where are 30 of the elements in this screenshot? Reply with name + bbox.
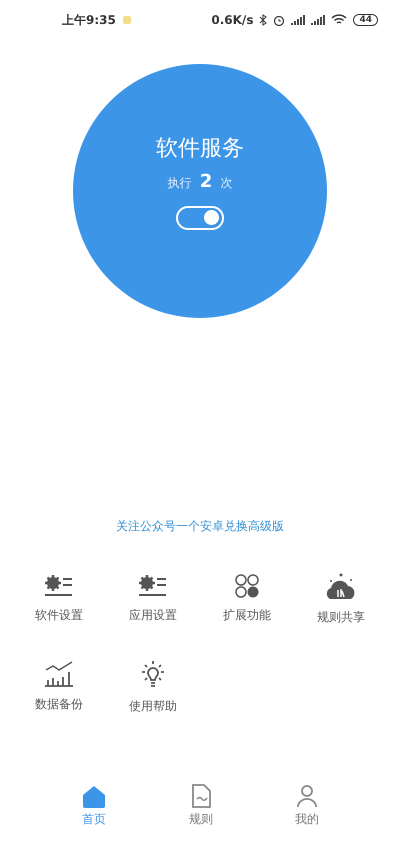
signal-icon: [291, 14, 306, 26]
alarm-icon: [273, 14, 286, 26]
service-toggle[interactable]: [176, 206, 224, 230]
service-title: 软件服务: [156, 134, 244, 162]
count-label: 执行: [168, 174, 192, 192]
nav-tab[interactable]: 我的: [289, 783, 325, 843]
count-unit: 次: [220, 174, 232, 192]
circles-icon: [234, 573, 260, 599]
wifi-icon: [331, 14, 348, 26]
user-icon: [296, 784, 318, 808]
notification-icon: [122, 15, 132, 25]
settings-icon: [138, 573, 168, 599]
feature-button[interactable]: 软件设置: [12, 573, 106, 626]
feature-button[interactable]: 应用设置: [106, 573, 200, 626]
cloud-chart-icon: [326, 573, 356, 601]
settings-icon: [44, 573, 74, 599]
run-count: 2: [200, 170, 212, 192]
signal-icon: [311, 14, 326, 26]
feature-button[interactable]: 规则共享: [294, 573, 388, 626]
bar-chart-icon: [44, 660, 74, 688]
feature-button[interactable]: 数据备份: [12, 660, 106, 715]
document-icon: [190, 784, 212, 808]
status-time: 上午9:35: [62, 12, 116, 28]
battery-level: 44: [353, 14, 378, 26]
home-icon: [81, 784, 107, 808]
network-speed: 0.6K/s: [211, 13, 254, 27]
bluetooth-icon: [259, 14, 268, 26]
feature-button[interactable]: 使用帮助: [106, 660, 200, 715]
nav-tab[interactable]: 规则: [183, 783, 219, 843]
feature-button[interactable]: 扩展功能: [200, 573, 294, 626]
